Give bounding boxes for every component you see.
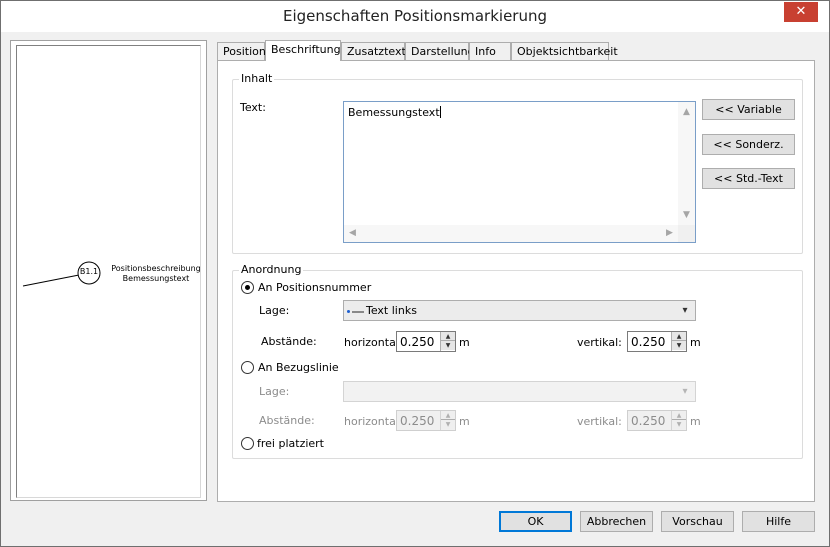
vertikal-value: 0.250	[631, 335, 666, 349]
tab-beschriftung[interactable]: Beschriftung	[265, 40, 341, 61]
spin-down-icon[interactable]: ▼	[672, 341, 686, 350]
preview-bemessung: Bemessungstext	[122, 274, 190, 283]
radio-frei-platziert[interactable]	[241, 437, 254, 450]
tab-info[interactable]: Info	[469, 42, 511, 60]
horizontal-unit-disabled: m	[459, 415, 470, 428]
scrollbar-corner	[678, 225, 695, 242]
horizontal-unit: m	[459, 336, 470, 349]
anordnung-group-label: Anordnung	[239, 263, 304, 276]
an-bezugslinie-label: An Bezugslinie	[258, 361, 339, 374]
scroll-up-icon[interactable]: ▲	[678, 104, 695, 121]
text-textarea[interactable]: Bemessungstext ▲ ▼ ◀ ▶	[343, 101, 696, 243]
spin-up-icon[interactable]: ▲	[441, 332, 455, 341]
tab-darstellung[interactable]: Darstellung	[405, 42, 475, 60]
vertikal-stepper-disabled: 0.250 ▲ ▼	[627, 410, 687, 431]
horizontal-stepper-disabled: 0.250 ▲ ▼	[396, 410, 456, 431]
an-positionsnummer-label: An Positionsnummer	[258, 281, 372, 294]
inhalt-group-label: Inhalt	[239, 72, 275, 85]
vertical-scrollbar[interactable]: ▲ ▼	[678, 102, 695, 226]
lage-label: Lage:	[259, 304, 290, 317]
horizontal-value: 0.250	[400, 335, 435, 349]
vertikal-label: vertikal:	[577, 336, 622, 349]
help-button[interactable]: Hilfe	[742, 511, 815, 532]
spin-up-icon: ▲	[441, 411, 455, 420]
tab-objektsichtbarkeit[interactable]: Objektsichtbarkeit	[511, 42, 618, 60]
lage-select-disabled: ▾	[343, 381, 696, 402]
scroll-down-icon[interactable]: ▼	[678, 207, 695, 224]
lage-selected-value: Text links	[366, 304, 417, 317]
radio-an-bezugslinie[interactable]	[241, 361, 254, 374]
vertikal-value-disabled: 0.250	[631, 414, 666, 428]
horizontal-scrollbar[interactable]: ◀ ▶	[344, 225, 678, 242]
window-title: Eigenschaften Positionsmarkierung	[282, 7, 548, 25]
scroll-right-icon[interactable]: ▶	[661, 225, 678, 242]
tab-position[interactable]: Position	[217, 42, 266, 60]
close-button[interactable]: ✕	[784, 2, 818, 22]
spin-down-icon: ▼	[672, 420, 686, 429]
chevron-down-icon: ▾	[682, 305, 688, 316]
radio-an-positionsnummer[interactable]	[241, 281, 254, 294]
abstaende-label: Abstände:	[261, 335, 317, 348]
reference-line	[22, 274, 80, 287]
horizontal-value-disabled: 0.250	[400, 414, 435, 428]
title-bar: Eigenschaften Positionsmarkierung ✕	[1, 1, 829, 32]
vertikal-unit-disabled: m	[690, 415, 701, 428]
tab-zusatztext[interactable]: Zusatztext	[341, 42, 406, 60]
lage-label-disabled: Lage:	[259, 385, 290, 398]
text-label: Text:	[240, 101, 266, 114]
preview-canvas: B1.1 Positionsbeschreibung Bemessungstex…	[16, 45, 201, 498]
ok-button[interactable]: OK	[499, 511, 572, 532]
spin-down-icon: ▼	[441, 420, 455, 429]
scroll-left-icon[interactable]: ◀	[344, 225, 361, 242]
horizontal-label-disabled: horizontal:	[344, 415, 403, 428]
chevron-down-icon: ▾	[682, 386, 688, 397]
abstaende-label-disabled: Abstände:	[259, 414, 315, 427]
marker-label: B1.1	[79, 267, 99, 276]
horizontal-stepper[interactable]: 0.250 ▲ ▼	[396, 331, 456, 352]
lage-select[interactable]: Text links ▾	[343, 300, 696, 321]
vertikal-label-disabled: vertikal:	[577, 415, 622, 428]
text-textarea-value: Bemessungstext	[348, 106, 441, 119]
insert-std-text-button[interactable]: << Std.-Text	[702, 168, 795, 189]
spin-down-icon[interactable]: ▼	[441, 341, 455, 350]
vertikal-unit: m	[690, 336, 701, 349]
text-links-icon	[347, 310, 364, 313]
vertikal-stepper[interactable]: 0.250 ▲ ▼	[627, 331, 687, 352]
insert-variable-button[interactable]: << Variable	[702, 99, 795, 120]
dialog-window: Eigenschaften Positionsmarkierung ✕ B1.1…	[0, 0, 830, 547]
spin-up-icon[interactable]: ▲	[672, 332, 686, 341]
tab-panel-beschriftung: Inhalt Text: Bemessungstext ▲ ▼ ◀ ▶ << V…	[217, 60, 815, 502]
insert-special-char-button[interactable]: << Sonderz.	[702, 134, 795, 155]
horizontal-label: horizontal:	[344, 336, 403, 349]
preview-button[interactable]: Vorschau	[661, 511, 734, 532]
spin-up-icon: ▲	[672, 411, 686, 420]
preview-pane: B1.1 Positionsbeschreibung Bemessungstex…	[10, 40, 207, 501]
cancel-button[interactable]: Abbrechen	[580, 511, 653, 532]
close-icon: ✕	[795, 4, 807, 19]
frei-platziert-label: frei platziert	[257, 437, 324, 450]
preview-description: Positionsbeschreibung	[111, 264, 201, 273]
